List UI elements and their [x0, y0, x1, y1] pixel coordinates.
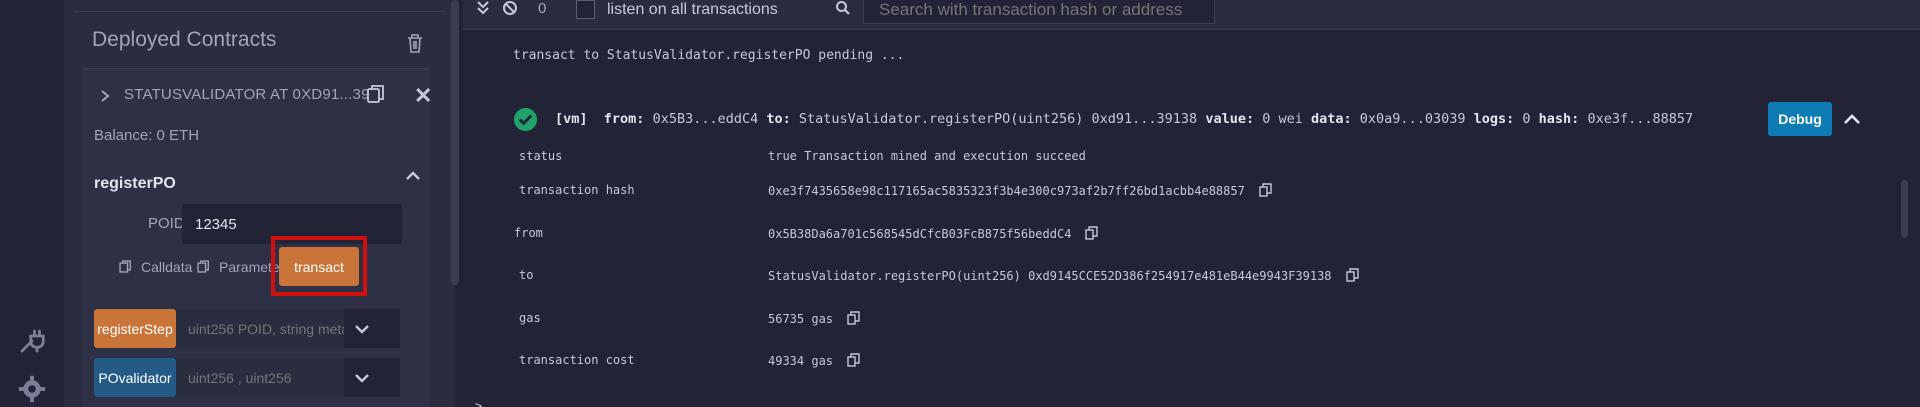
registerstep-button[interactable]: registerStep	[94, 309, 176, 348]
value-value: 0 wei	[1262, 111, 1303, 127]
function-row-povalidator: POvalidator	[94, 358, 400, 397]
terminal: 0 listen on all transactions transact to…	[463, 0, 1920, 407]
detail-key-status: status	[519, 149, 563, 163]
terminal-scrollbar[interactable]	[1901, 180, 1908, 238]
gear-icon[interactable]	[17, 374, 47, 404]
detail-value-transaction-hash: 0xe3f7435658e98c117165ac5835323f3b4e300c…	[768, 184, 1245, 198]
deployed-contracts-title: Deployed Contracts	[92, 28, 277, 51]
terminal-prompt[interactable]: >	[475, 399, 482, 407]
transaction-line: [vm] from: 0x5B3...eddC4 to: StatusValid…	[555, 111, 1693, 127]
detail-row-transaction-cost: 49334 gas	[768, 353, 860, 368]
detail-key-to: to	[519, 268, 534, 282]
to-value: StatusValidator.registerPO(uint256) 0xd9…	[798, 111, 1198, 127]
copy-icon[interactable]	[1259, 183, 1272, 197]
data-value: 0x0a9...03039	[1359, 111, 1466, 127]
detail-key-transaction-cost: transaction cost	[519, 353, 635, 367]
chevron-down-icon[interactable]	[354, 372, 370, 384]
detail-row-transaction-hash: 0xe3f7435658e98c117165ac5835323f3b4e300c…	[768, 183, 1272, 198]
hash-label: hash:	[1538, 111, 1580, 127]
vm-tag: [vm]	[555, 111, 588, 127]
search-input[interactable]	[863, 0, 1215, 24]
data-label: data:	[1311, 111, 1352, 127]
povalidator-input[interactable]	[176, 358, 344, 397]
detail-value-from: 0x5B38Da6a701c568545dCfcB03FcB875f56bedd…	[768, 227, 1072, 241]
detail-value-status: true Transaction mined and execution suc…	[768, 149, 1086, 163]
balance-text: Balance: 0 ETH	[94, 127, 200, 144]
pending-count: 0	[538, 0, 547, 17]
copy-icon	[119, 260, 131, 273]
detail-key-from: from	[514, 226, 543, 240]
pending-message: transact to StatusValidator.registerPO p…	[513, 48, 905, 63]
copy-icon[interactable]	[1085, 226, 1099, 240]
icon-rail	[0, 0, 64, 407]
registerstep-input[interactable]	[176, 309, 344, 348]
function-title: registerPO	[94, 175, 176, 192]
detail-key-transaction-hash: transaction hash	[519, 183, 635, 197]
detail-value-to: StatusValidator.registerPO(uint256) 0xd9…	[768, 269, 1332, 283]
detail-value-gas: 56735 gas	[768, 312, 834, 326]
chevron-up-icon[interactable]	[405, 169, 421, 181]
calldata-button[interactable]: Calldata	[118, 259, 192, 275]
detail-row-to: StatusValidator.registerPO(uint256) 0xd9…	[768, 268, 1359, 283]
from-label: from:	[603, 111, 645, 127]
close-icon[interactable]: ✕	[414, 83, 432, 109]
panel-scrollbar[interactable]	[451, 0, 459, 285]
debug-button[interactable]: Debug	[1768, 102, 1832, 136]
double-chevron-down-icon[interactable]	[475, 0, 491, 16]
detail-value-transaction-cost: 49334 gas	[768, 354, 834, 368]
terminal-toolbar: 0 listen on all transactions	[463, 0, 1920, 30]
povalidator-button[interactable]: POvalidator	[94, 358, 176, 397]
chevron-down-icon[interactable]	[354, 323, 370, 335]
to-label: to:	[766, 111, 791, 127]
detail-key-gas: gas	[519, 311, 541, 325]
copy-icon[interactable]	[847, 353, 860, 367]
copy-icon[interactable]	[847, 311, 860, 325]
transact-button[interactable]: transact	[279, 247, 359, 286]
clear-icon[interactable]	[502, 0, 518, 16]
chevron-right-icon[interactable]	[98, 89, 112, 103]
deploy-panel: Deployed Contracts STATUSVALIDATOR AT 0X…	[64, 0, 455, 407]
copy-icon	[197, 260, 209, 273]
function-row-registerstep: registerStep	[94, 309, 400, 348]
listen-checkbox[interactable]	[576, 0, 595, 19]
detail-row-from: 0x5B38Da6a701c568545dCfcB03FcB875f56bedd…	[768, 226, 1099, 241]
trash-icon[interactable]	[406, 33, 424, 53]
logs-value: 0	[1522, 111, 1531, 127]
hash-value: 0xe3f...88857	[1587, 111, 1694, 127]
copy-icon[interactable]	[365, 83, 387, 105]
success-check-icon	[513, 107, 538, 132]
copy-icon[interactable]	[1345, 268, 1359, 282]
value-label: value:	[1205, 111, 1255, 127]
contract-name[interactable]: STATUSVALIDATOR AT 0XD91...39	[124, 86, 370, 103]
detail-row-gas: 56735 gas	[768, 311, 860, 326]
calldata-label: Calldata	[141, 259, 193, 275]
from-value: 0x5B3...eddC4	[652, 111, 759, 127]
logs-label: logs:	[1473, 111, 1515, 127]
search-icon	[836, 1, 850, 15]
contract-card: STATUSVALIDATOR AT 0XD91...39 ✕ Balance:…	[82, 68, 432, 407]
panel-divider	[74, 0, 445, 12]
plug-icon[interactable]	[17, 326, 47, 356]
listen-label: listen on all transactions	[607, 1, 778, 18]
chevron-up-icon[interactable]	[1843, 113, 1861, 125]
